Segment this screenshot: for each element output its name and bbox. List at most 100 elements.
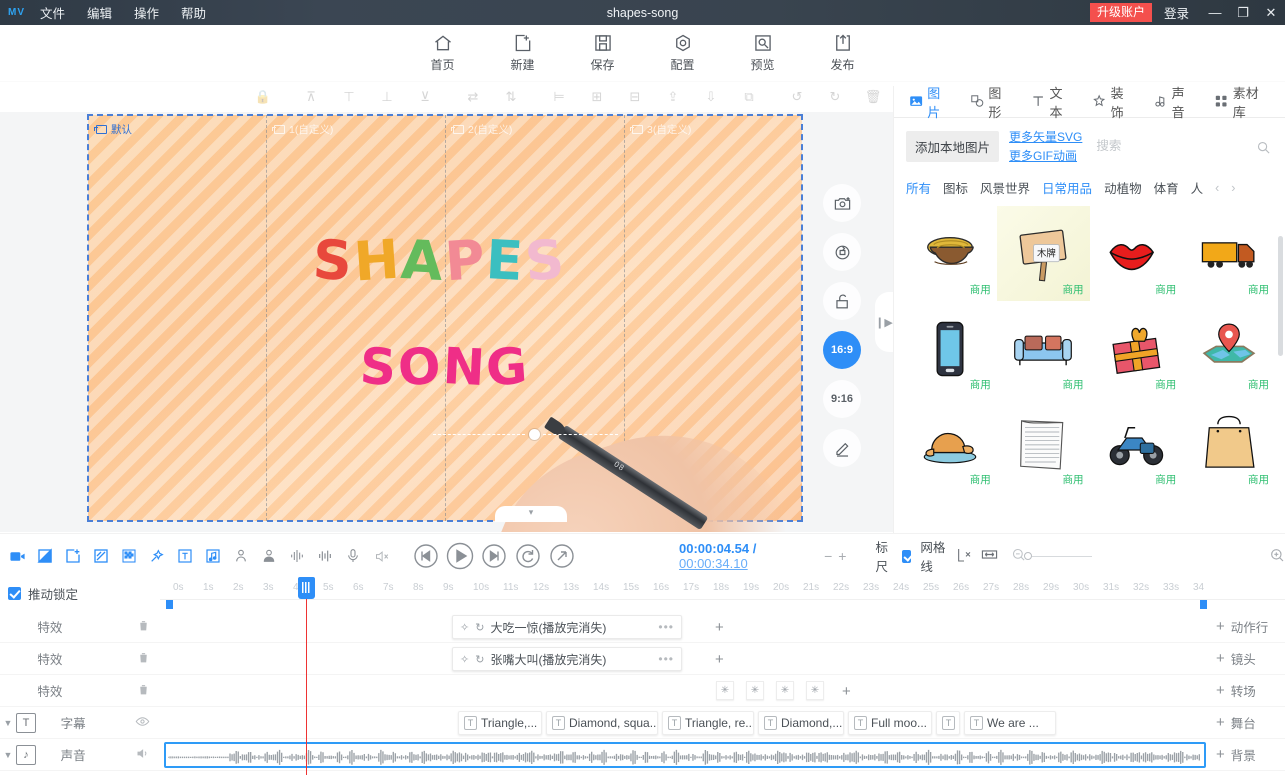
edit-pen-icon[interactable]: [823, 429, 861, 467]
login-button[interactable]: 登录: [1152, 3, 1201, 22]
add-effect-button[interactable]: +: [715, 651, 724, 668]
chevron-down-icon[interactable]: ▼: [0, 718, 16, 728]
asset-cell[interactable]: 商用: [997, 301, 1090, 396]
time-minus-button[interactable]: −: [821, 548, 835, 564]
menu-operate[interactable]: 操作: [134, 3, 159, 22]
add-effect-button[interactable]: +: [715, 619, 724, 636]
play-icon[interactable]: [445, 541, 475, 571]
asset-cell[interactable]: 商用: [1090, 301, 1183, 396]
asset-cell[interactable]: 商用: [1090, 396, 1183, 491]
assets-scrollbar[interactable]: [1278, 236, 1283, 356]
add-action-row-button[interactable]: + 动作行: [1210, 611, 1285, 643]
tab-text[interactable]: 文本: [1022, 83, 1083, 121]
effect-badge-icon[interactable]: ✳: [746, 681, 764, 700]
track-label-effect-2[interactable]: 特效: [0, 643, 160, 675]
track-row-effect-2[interactable]: ✧ ↻ 张嘴大叫(播放完消失) ••• +: [160, 643, 1210, 675]
toolbar-publish[interactable]: 发布: [817, 33, 869, 73]
zoom-slider-track[interactable]: [1032, 555, 1092, 557]
search-icon[interactable]: [1256, 140, 1271, 158]
text-box-icon[interactable]: [173, 544, 197, 568]
add-camera-button[interactable]: + 镜头: [1210, 643, 1285, 675]
track-row-subtitle[interactable]: T Triangle,... T Diamond, squa... T Triangle,…: [160, 707, 1210, 739]
menu-help[interactable]: 帮助: [181, 3, 206, 22]
audio-mix-icon[interactable]: [285, 544, 309, 568]
add-local-image-button[interactable]: 添加本地图片: [906, 130, 1000, 162]
effect-clip[interactable]: ✧ ↻ 大吃一惊(播放完消失) •••: [452, 615, 682, 639]
subtitle-clip[interactable]: T Diamond, squa...: [546, 711, 658, 735]
track-row-effect-3[interactable]: ✳ ✳ ✳ ✳ +: [160, 675, 1210, 707]
more-gif-link[interactable]: 更多GIF动画: [1009, 147, 1082, 164]
gridline-checkbox[interactable]: [902, 549, 912, 563]
selection-anchor[interactable]: [529, 429, 540, 440]
menu-file[interactable]: 文件: [40, 3, 65, 22]
tab-sound[interactable]: 声音: [1144, 83, 1205, 121]
subtitle-clip[interactable]: T Diamond,...: [758, 711, 844, 735]
skip-previous-icon[interactable]: [411, 541, 441, 571]
category-prev-arrow[interactable]: ‹: [1215, 181, 1219, 195]
category-people[interactable]: 人: [1191, 178, 1204, 197]
tab-decoration[interactable]: 装饰: [1083, 83, 1144, 121]
timeline-ruler[interactable]: 0s1s2s3s4s5s6s7s8s9s10s11s12s13s14s15s16…: [160, 578, 1285, 600]
track-label-effect-1[interactable]: 特效: [0, 611, 160, 643]
ruler-toggle-label[interactable]: 标尺: [875, 537, 893, 575]
effect-badge-icon[interactable]: ✳: [716, 681, 734, 700]
track-label-audio[interactable]: ▼ ♪ 声音: [0, 739, 160, 771]
asset-cell[interactable]: 商用: [1090, 206, 1183, 301]
subtitle-clip[interactable]: T Full moo...: [848, 711, 932, 735]
music-note-icon[interactable]: [201, 544, 225, 568]
add-photo-icon[interactable]: [823, 184, 861, 222]
toolbar-preview[interactable]: 预览: [737, 33, 789, 73]
asset-cell[interactable]: 木牌 商用: [996, 206, 1090, 301]
track-label-effect-3[interactable]: 特效: [0, 675, 160, 707]
close-button[interactable]: ✕: [1257, 0, 1285, 25]
category-next-arrow[interactable]: ›: [1231, 181, 1235, 195]
playhead-handle[interactable]: [298, 577, 315, 599]
category-sports[interactable]: 体育: [1154, 178, 1179, 197]
canvas[interactable]: 默认 1(自定义) 2(自定义) 3(自定义) SHAPES SONG 08 ▾: [87, 114, 833, 532]
category-icons[interactable]: 图标: [943, 178, 968, 197]
fit-width-icon[interactable]: [981, 546, 998, 566]
maximize-button[interactable]: ❐: [1229, 0, 1257, 25]
search-input[interactable]: [1096, 139, 1273, 153]
trash-icon[interactable]: [137, 619, 150, 635]
clip-more-button[interactable]: •••: [658, 620, 674, 634]
panel-collapse-handle[interactable]: ❙▶: [875, 292, 893, 352]
mute-icon[interactable]: [369, 544, 393, 568]
subtitle-clip[interactable]: T Triangle,...: [458, 711, 542, 735]
microphone-icon[interactable]: [341, 544, 365, 568]
asset-cell[interactable]: 商用: [904, 301, 997, 396]
tab-shapes[interactable]: 图形: [961, 83, 1022, 121]
track-label-subtitle[interactable]: ▼ T 字幕: [0, 707, 160, 739]
zoom-slider[interactable]: [1011, 547, 1092, 565]
menu-edit[interactable]: 编辑: [87, 3, 112, 22]
volume-icon[interactable]: [135, 746, 150, 764]
zoom-in-icon[interactable]: [1269, 547, 1285, 566]
add-transition-button[interactable]: + 转场: [1210, 675, 1285, 707]
replace-media-icon[interactable]: [823, 233, 861, 271]
asset-cell[interactable]: 商用: [1182, 301, 1275, 396]
asset-cell[interactable]: 商用: [997, 396, 1090, 491]
person-filled-icon[interactable]: [257, 544, 281, 568]
range-end-pin[interactable]: [1200, 600, 1207, 609]
mosaic-icon[interactable]: [117, 544, 141, 568]
waveform-icon[interactable]: [313, 544, 337, 568]
add-scene-icon[interactable]: [61, 544, 85, 568]
track-row-audio[interactable]: [160, 739, 1210, 771]
clip-more-button[interactable]: •••: [658, 652, 674, 666]
total-time[interactable]: 00:00:34.10: [679, 556, 748, 571]
skip-next-icon[interactable]: [479, 541, 509, 571]
tab-images[interactable]: 图片: [900, 83, 961, 121]
zoom-slider-knob[interactable]: [1024, 552, 1032, 560]
transition-icon[interactable]: [33, 544, 57, 568]
split-icon[interactable]: [89, 544, 113, 568]
trash-icon[interactable]: [137, 683, 150, 699]
category-daily-items[interactable]: 日常用品: [1042, 178, 1092, 197]
effect-clip[interactable]: ✧ ↻ 张嘴大叫(播放完消失) •••: [452, 647, 682, 671]
unlock-icon[interactable]: [823, 282, 861, 320]
add-background-button[interactable]: + 背景: [1210, 739, 1285, 771]
subtitle-clip[interactable]: T We are ...: [964, 711, 1056, 735]
person-outline-icon[interactable]: [229, 544, 253, 568]
asset-cell[interactable]: 商用: [904, 206, 997, 301]
upgrade-account-button[interactable]: 升级账户: [1089, 3, 1152, 22]
snap-off-icon[interactable]: [956, 547, 972, 566]
